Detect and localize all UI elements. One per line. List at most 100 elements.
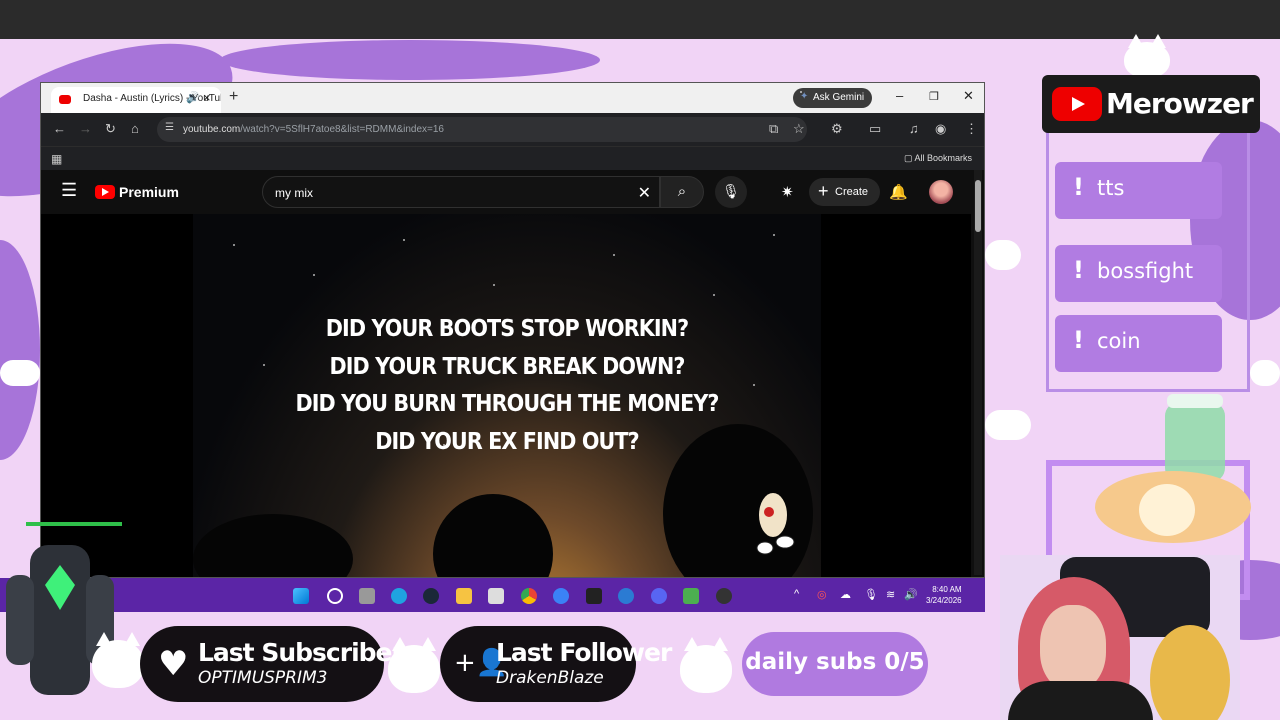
- gemini-sparkle-icon: ✦: [800, 91, 809, 102]
- close-window-button[interactable]: ✕: [963, 88, 974, 104]
- apps-grid-icon[interactable]: ▦: [51, 152, 62, 166]
- lyrics-text: DID YOUR BOOTS STOP WORKIN? DID YOUR TRU…: [224, 311, 789, 461]
- new-tab-button[interactable]: +: [229, 88, 238, 106]
- last-subscriber-title: Last Subscriber: [198, 638, 404, 667]
- purple-wave-decoration: [220, 40, 600, 80]
- close-tab-icon[interactable]: ×: [203, 90, 211, 105]
- cloud-decoration: [985, 410, 1031, 440]
- lyric-line: DID YOUR TRUCK BREAK DOWN?: [329, 353, 685, 380]
- tab-strip: Dasha - Austin (Lyrics) - YouTube 🔊 × + …: [41, 83, 984, 113]
- tray-cloud-icon[interactable]: ☁: [840, 588, 851, 601]
- last-follower-title: Last Follower: [496, 638, 672, 667]
- star-dot: [233, 244, 235, 246]
- lyric-line: DID YOUR BOOTS STOP WORKIN?: [325, 316, 689, 342]
- volume-icon[interactable]: 🔊: [904, 588, 918, 601]
- browser-tab-youtube[interactable]: Dasha - Austin (Lyrics) - YouTube 🔊 ×: [51, 87, 221, 113]
- bookmark-star-icon[interactable]: ☆: [793, 121, 805, 137]
- install-app-icon[interactable]: ⧉: [769, 121, 778, 137]
- command-label: bossfight: [1097, 259, 1194, 283]
- exclamation-icon: !: [1073, 326, 1084, 354]
- command-coin: ! coin: [1055, 315, 1222, 372]
- youtube-premium-label[interactable]: Premium: [119, 184, 179, 200]
- all-bookmarks-label: All Bookmarks: [914, 153, 972, 163]
- forward-icon[interactable]: →: [79, 121, 92, 136]
- scrollbar-thumb[interactable]: [975, 180, 981, 232]
- extensions-icon[interactable]: ⚙: [831, 121, 843, 137]
- last-subscriber-alert: ♥ Last Subscriber OPTIMUSPRIM3: [140, 626, 404, 702]
- search-button[interactable]: ⌕: [660, 176, 704, 208]
- chrome-icon[interactable]: [521, 588, 537, 604]
- video-player[interactable]: DID YOUR BOOTS STOP WORKIN? DID YOUR TRU…: [41, 214, 971, 577]
- star-dot: [493, 284, 495, 286]
- plush-toy: [1150, 625, 1230, 720]
- search-input[interactable]: my mix ✕: [262, 176, 660, 208]
- cast-icon[interactable]: ▭: [869, 121, 881, 137]
- clock-date: 3/24/2026: [926, 596, 962, 605]
- reload-icon[interactable]: ↻: [105, 121, 116, 137]
- all-bookmarks-button[interactable]: ▢ All Bookmarks: [904, 153, 972, 164]
- menu-dots-icon[interactable]: ⋮: [965, 121, 978, 137]
- lyric-line: DID YOU BURN THROUGH THE MONEY?: [295, 391, 719, 417]
- home-icon[interactable]: ⌂: [131, 121, 139, 136]
- webcam-feed: [1000, 555, 1240, 720]
- cloud-decoration: [1250, 360, 1280, 386]
- last-follower-name: DrakenBlaze: [496, 668, 604, 688]
- heart-icon: ♥: [158, 644, 189, 684]
- obs-icon[interactable]: [716, 588, 732, 604]
- back-icon[interactable]: ←: [53, 121, 66, 136]
- edge-icon[interactable]: [391, 588, 407, 604]
- steam-icon[interactable]: [423, 588, 439, 604]
- app-launcher-icon[interactable]: [553, 588, 569, 604]
- tray-chevron-icon[interactable]: ^: [794, 588, 799, 600]
- app-icon[interactable]: [618, 588, 634, 604]
- clear-search-icon[interactable]: ✕: [638, 183, 651, 203]
- cartoon-mascot-sticker: [756, 493, 795, 555]
- hamburger-menu-icon[interactable]: ☰: [61, 180, 77, 201]
- tray-app-icon[interactable]: ◎: [817, 588, 827, 601]
- notifications-bell-icon[interactable]: 🔔: [889, 183, 908, 201]
- user-avatar[interactable]: [929, 180, 953, 204]
- microphone-icon[interactable]: 🎙: [864, 588, 878, 601]
- tree-silhouette: [433, 494, 553, 577]
- youtube-play-icon: [1052, 87, 1102, 121]
- wifi-icon[interactable]: ≋: [886, 588, 895, 601]
- profile-icon[interactable]: ◉: [935, 121, 946, 137]
- youtube-favicon-icon: [59, 95, 71, 104]
- exclamation-icon: !: [1073, 173, 1084, 201]
- minecraft-icon[interactable]: [683, 588, 699, 604]
- page-scrollbar[interactable]: [974, 170, 982, 575]
- discord-icon[interactable]: [651, 588, 667, 604]
- notepad-icon[interactable]: [488, 588, 504, 604]
- windows-start-icon[interactable]: [293, 588, 309, 604]
- last-subscriber-name: OPTIMUSPRIM3: [198, 668, 328, 688]
- youtube-logo-icon[interactable]: [95, 185, 115, 199]
- star-dot: [403, 239, 405, 241]
- ask-gemini-button[interactable]: ✦ Ask Gemini: [793, 88, 873, 108]
- ask-gemini-label: Ask Gemini: [813, 92, 865, 103]
- site-info-icon[interactable]: ☰: [165, 122, 174, 133]
- channel-badge: Merowzer: [1042, 75, 1260, 133]
- clock-time: 8:40 AM: [932, 585, 962, 594]
- url-field[interactable]: ☰ youtube.com/watch?v=5SflH7atoe8&list=R…: [157, 117, 807, 142]
- voice-search-button[interactable]: 🎙: [715, 176, 747, 208]
- cat-sticker: [680, 637, 732, 693]
- media-controls-icon[interactable]: ♫: [909, 121, 919, 136]
- daily-subs-goal: daily subs 0/5: [742, 632, 928, 696]
- cat-sticker: [92, 632, 144, 688]
- star-dot: [613, 254, 615, 256]
- minimize-button[interactable]: –: [896, 88, 903, 103]
- search-icon[interactable]: [327, 588, 343, 604]
- file-explorer-icon[interactable]: [456, 588, 472, 604]
- last-follower-alert: +👤 Last Follower DrakenBlaze: [440, 626, 672, 702]
- gemini-extension-icon[interactable]: ✷: [781, 183, 794, 201]
- epic-games-icon[interactable]: [586, 588, 602, 604]
- task-view-icon[interactable]: [359, 588, 375, 604]
- restore-button[interactable]: ❐: [929, 90, 939, 103]
- cloud-decoration: [0, 360, 40, 386]
- create-button[interactable]: + Create: [809, 178, 881, 206]
- browser-window: Dasha - Austin (Lyrics) - YouTube 🔊 × + …: [40, 82, 985, 578]
- channel-name: Merowzer: [1106, 87, 1254, 120]
- speaker-icon[interactable]: 🔊: [186, 91, 200, 104]
- taskbar-clock[interactable]: 8:40 AM 3/24/2026: [926, 584, 962, 606]
- cat-jar-sticker: [1095, 394, 1251, 543]
